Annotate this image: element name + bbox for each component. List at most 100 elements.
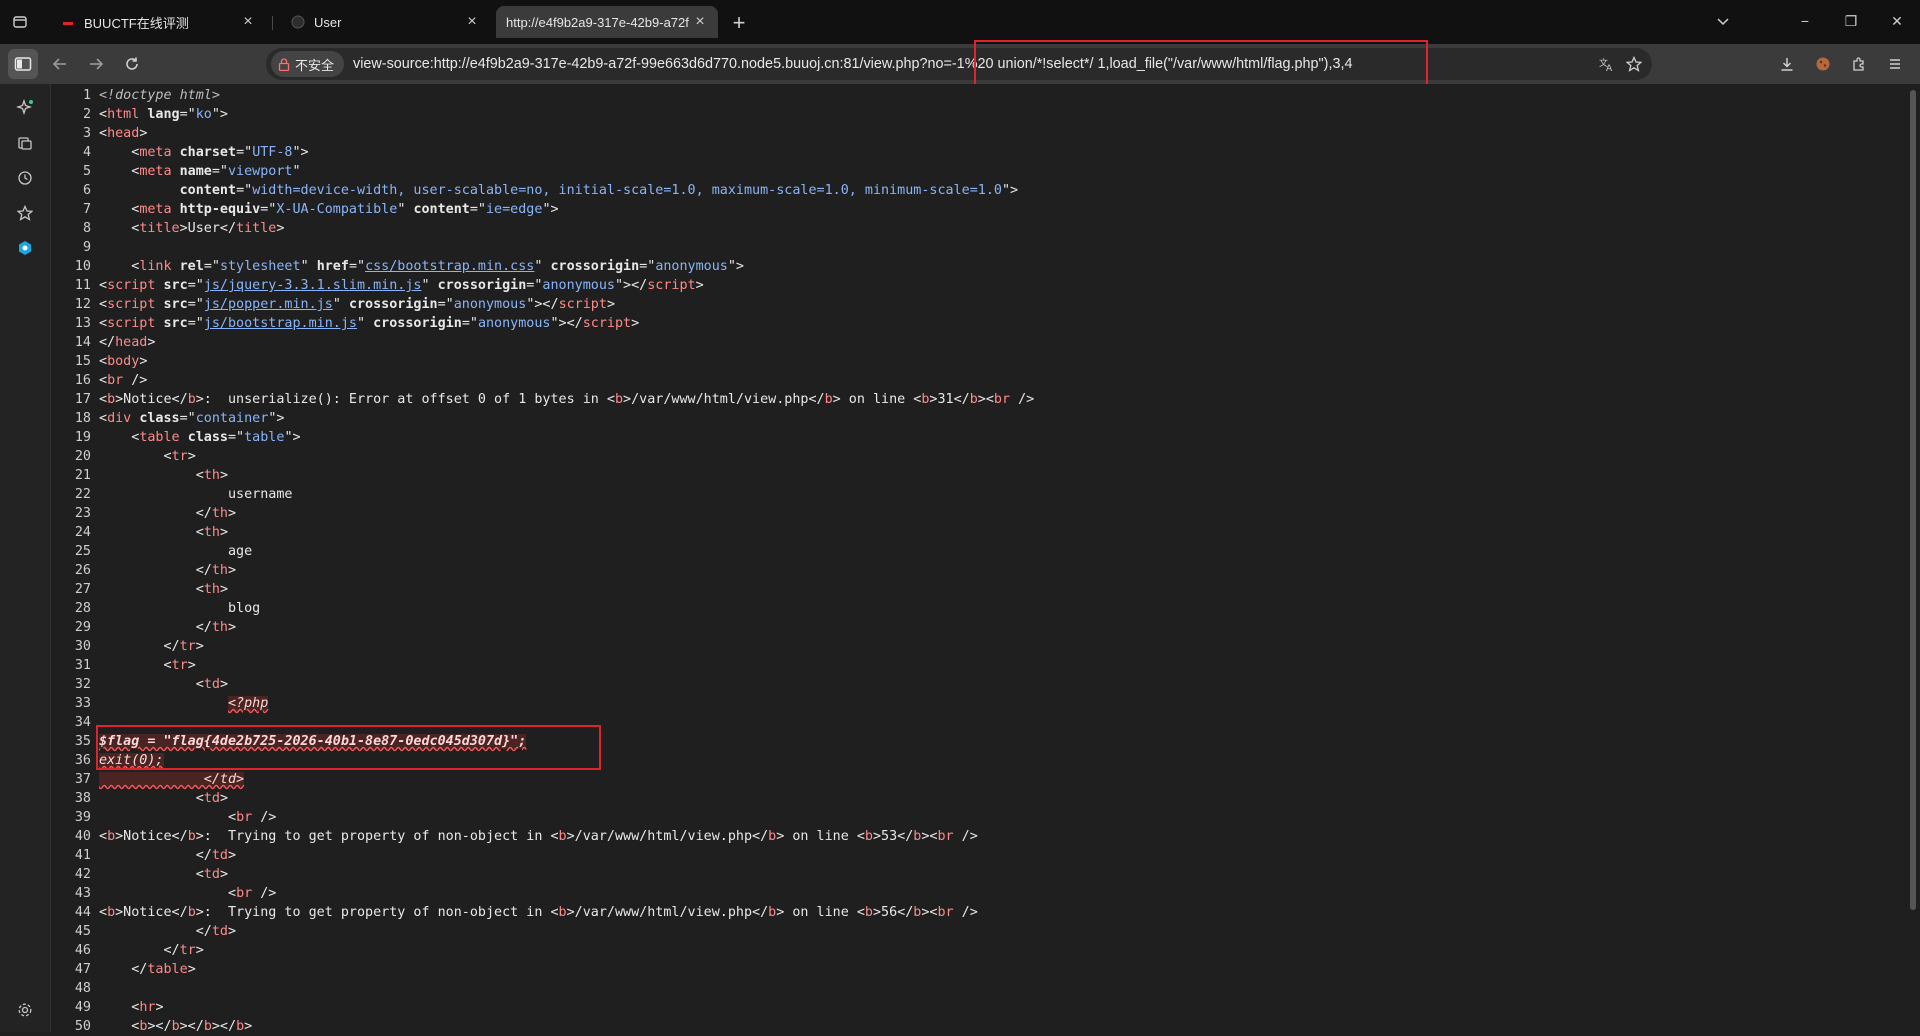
warning-lock-icon xyxy=(277,57,291,71)
line-code: <body> xyxy=(99,354,148,369)
reload-icon[interactable] xyxy=(117,49,147,79)
line-number: 41 xyxy=(74,848,91,863)
source-line: 46 </tr> xyxy=(51,941,1911,960)
source-line: 32 <td> xyxy=(51,675,1911,694)
line-number: 15 xyxy=(74,354,91,369)
source-line: 11 <script src="js/jquery-3.3.1.slim.min.… xyxy=(51,276,1911,295)
line-number: 26 xyxy=(74,563,91,578)
line-code: age xyxy=(99,544,253,559)
cookie-extension-icon[interactable] xyxy=(1808,49,1838,79)
line-number: 31 xyxy=(74,658,91,673)
line-number: 40 xyxy=(74,829,91,844)
line-number: 20 xyxy=(74,449,91,464)
source-line: 49 <hr> xyxy=(51,998,1911,1017)
line-number: 16 xyxy=(74,373,91,388)
line-code: <title>User</title> xyxy=(99,221,285,236)
line-code: </th> xyxy=(99,563,237,578)
insecure-badge[interactable]: 不安全 xyxy=(271,51,345,77)
tab-strip: ▬ BUUCTF在线评测 × User × http://e4f9b2a9-31… xyxy=(0,0,1920,44)
copilot-sparkle-icon[interactable] xyxy=(13,96,37,120)
extension-icon[interactable] xyxy=(1844,49,1874,79)
line-number: 39 xyxy=(74,810,91,825)
flag-highlight-box xyxy=(96,725,601,770)
line-number: 28 xyxy=(74,601,91,616)
line-code: </td> xyxy=(99,924,237,939)
line-number: 36 xyxy=(74,753,91,768)
collections-icon[interactable] xyxy=(13,131,37,155)
settings-gear-icon[interactable] xyxy=(13,998,37,1022)
line-code: <!doctype html> xyxy=(99,88,220,103)
source-line: 30 </tr> xyxy=(51,637,1911,656)
download-icon[interactable] xyxy=(1772,49,1802,79)
line-number: 17 xyxy=(74,392,91,407)
tab-user[interactable]: User × xyxy=(276,6,490,38)
tab-divider xyxy=(272,16,273,30)
source-line: 38 <td> xyxy=(51,789,1911,808)
source-line: 29 </th> xyxy=(51,618,1911,637)
line-number: 35 xyxy=(74,734,91,749)
address-bar[interactable]: 不安全 view-source:http://e4f9b2a9-317e-42b… xyxy=(266,48,1652,80)
menu-icon[interactable] xyxy=(1880,49,1910,79)
new-tab-button[interactable]: + xyxy=(726,10,752,36)
line-code: <b>Notice</b>: Trying to get property of… xyxy=(99,905,978,920)
line-code: <meta http-equiv="X-UA-Compatible" conte… xyxy=(99,202,559,217)
source-line: 25 age xyxy=(51,542,1911,561)
source-line: 13 <script src="js/bootstrap.min.js" cros… xyxy=(51,314,1911,333)
line-number: 47 xyxy=(74,962,91,977)
line-number: 24 xyxy=(74,525,91,540)
line-code: <table class="table"> xyxy=(99,430,301,445)
forward-arrow-icon[interactable] xyxy=(81,49,111,79)
sidebar-toggle-icon[interactable] xyxy=(8,49,38,79)
history-icon[interactable] xyxy=(13,166,37,190)
line-number: 3 xyxy=(82,126,91,141)
line-code: <b>Notice</b>: unserialize(): Error at o… xyxy=(99,392,1035,407)
line-code: <html lang="ko"> xyxy=(99,107,228,122)
line-code: content="width=device-width, user-scalab… xyxy=(179,183,1019,198)
restore-button[interactable]: ❐ xyxy=(1828,6,1874,36)
line-code: </td> xyxy=(99,772,245,787)
line-number: 6 xyxy=(82,183,91,198)
line-number: 23 xyxy=(74,506,91,521)
source-line: 19 <table class="table"> xyxy=(51,428,1911,447)
close-icon[interactable]: × xyxy=(690,12,710,32)
source-line: 6 content="width=device-width, user-scal… xyxy=(51,181,1911,200)
app-hexagon-icon[interactable] xyxy=(13,236,37,260)
source-line: 41 </td> xyxy=(51,846,1911,865)
line-code: <link rel="stylesheet" href="css/bootstr… xyxy=(99,259,744,274)
back-arrow-icon[interactable] xyxy=(45,49,75,79)
tab-title: User xyxy=(314,14,342,30)
star-icon[interactable] xyxy=(1622,52,1646,76)
source-line: 47 </table> xyxy=(51,960,1911,979)
source-line: 27 <th> xyxy=(51,580,1911,599)
line-number: 33 xyxy=(74,696,91,711)
source-line: 1 <!doctype html> xyxy=(51,86,1911,105)
translate-icon[interactable]: 文A xyxy=(1594,52,1618,76)
source-line: 15 <body> xyxy=(51,352,1911,371)
line-code: <td> xyxy=(99,867,228,882)
source-line: 50 <b></b></b></b> xyxy=(51,1017,1911,1036)
line-number: 2 xyxy=(82,107,91,122)
source-line: 22 username xyxy=(51,485,1911,504)
line-number: 19 xyxy=(74,430,91,445)
line-number: 9 xyxy=(82,240,91,255)
line-code: <th> xyxy=(99,468,228,483)
line-number: 25 xyxy=(74,544,91,559)
line-number: 34 xyxy=(74,715,91,730)
tab-buuctf[interactable]: ▬ BUUCTF在线评测 × xyxy=(46,6,266,38)
tab-actions-icon[interactable] xyxy=(6,8,34,36)
source-line: 39 <br /> xyxy=(51,808,1911,827)
line-code: username xyxy=(99,487,293,502)
line-code: <meta charset="UTF-8"> xyxy=(99,145,309,160)
close-icon[interactable]: × xyxy=(238,12,258,32)
line-code: <td> xyxy=(99,677,228,692)
favorites-star-icon[interactable] xyxy=(13,201,37,225)
line-number: 32 xyxy=(74,677,91,692)
close-icon[interactable]: × xyxy=(462,12,482,32)
tab-view-source[interactable]: http://e4f9b2a9-317e-42b9-a72f × xyxy=(496,6,718,38)
line-code: <th> xyxy=(99,582,228,597)
line-code: <script src="js/jquery-3.3.1.slim.min.js… xyxy=(99,278,704,293)
line-number: 27 xyxy=(74,582,91,597)
tab-search-dropdown-icon[interactable] xyxy=(1700,6,1746,36)
window-close-button[interactable]: ✕ xyxy=(1874,6,1920,36)
minimize-button[interactable]: − xyxy=(1782,6,1828,36)
